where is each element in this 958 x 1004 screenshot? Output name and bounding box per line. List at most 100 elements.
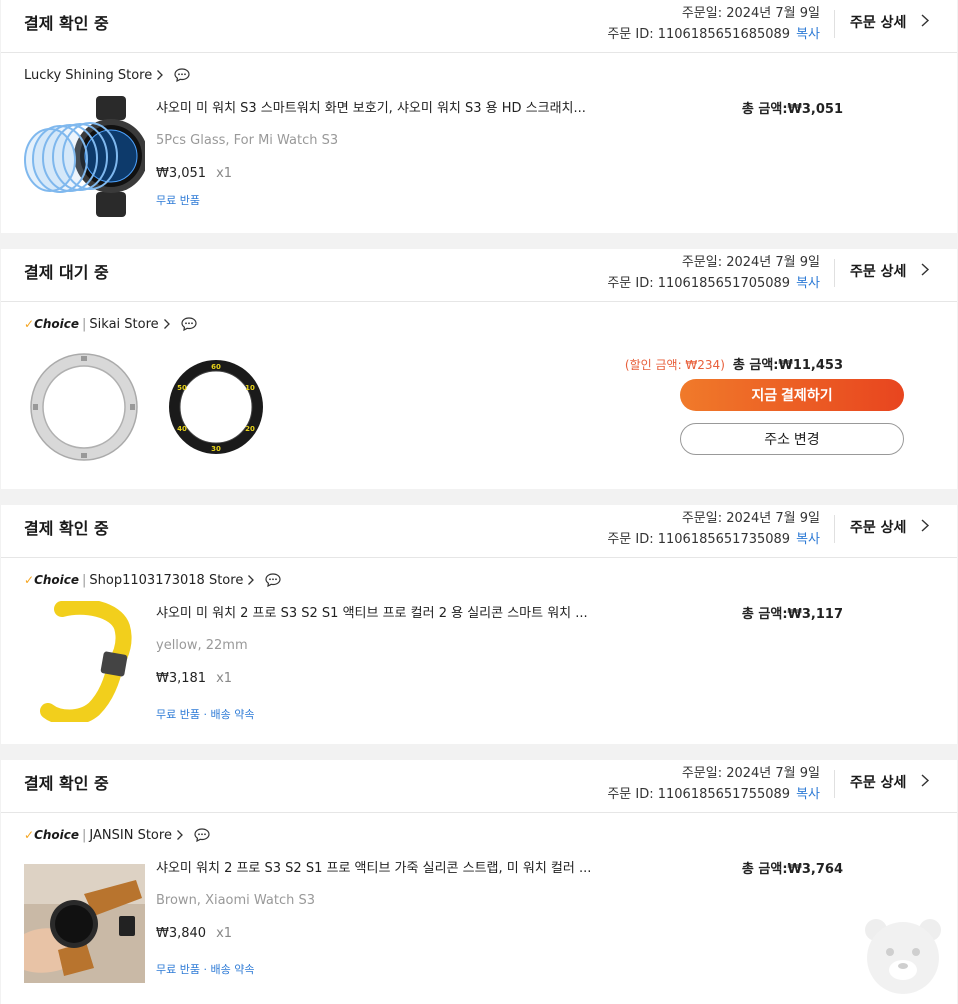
order-total: 총 금액:₩3,117 xyxy=(741,607,843,622)
product-title[interactable]: 샤오미 워치 2 프로 S3 S2 S1 프로 액티브 가죽 실리콘 스트랩, … xyxy=(156,857,591,876)
product-image-screen-protector[interactable] xyxy=(24,96,145,217)
chat-icon[interactable] xyxy=(181,317,197,331)
order-status: 결제 확인 중 xyxy=(24,774,109,793)
chevron-right-icon[interactable] xyxy=(920,518,930,533)
order-id: 주문 ID: 1106185651755089 xyxy=(607,787,791,802)
bezel-number: 20 xyxy=(245,425,255,433)
order-meta: 주문일: 2024년 7월 9일 주문 ID: 1106185651685089… xyxy=(607,3,820,45)
product-qty: x1 xyxy=(216,926,233,941)
chevron-right-icon xyxy=(157,70,164,80)
benefits: 무료 반품 xyxy=(156,194,200,207)
copy-button[interactable]: 복사 xyxy=(796,532,820,547)
product-image-leather-strap[interactable] xyxy=(24,864,145,983)
store-link[interactable]: Lucky Shining Store xyxy=(24,66,190,84)
order-detail-button[interactable]: 주문 상세 xyxy=(850,261,906,281)
orders-page: 결제 확인 중 주문일: 2024년 7월 9일 주문 ID: 11061856… xyxy=(0,0,958,1004)
order-total-row: (할인 금액: ₩234) 총 금액:₩11,453 xyxy=(625,354,843,373)
bezel-number: 10 xyxy=(245,384,255,392)
chevron-right-icon xyxy=(248,575,255,585)
order-id: 주문 ID: 1106185651735089 xyxy=(607,532,791,547)
product-qty: x1 xyxy=(216,166,233,181)
divider xyxy=(834,770,835,798)
chevron-right-icon[interactable] xyxy=(920,13,930,28)
divider xyxy=(834,515,835,543)
product-price-row: ₩3,181 x1 xyxy=(156,671,232,686)
bezel-number: 60 xyxy=(211,363,221,371)
order-status: 결제 확인 중 xyxy=(24,14,109,33)
chat-icon[interactable] xyxy=(194,828,210,842)
store-name[interactable]: Lucky Shining Store xyxy=(24,68,152,83)
order-total: 총 금액:₩3,051 xyxy=(741,102,843,117)
choice-label: Choice xyxy=(34,317,80,331)
product-price-row: ₩3,051 x1 xyxy=(156,166,232,181)
order-card: 결제 대기 중 주문일: 2024년 7월 9일 주문 ID: 11061856… xyxy=(1,249,957,489)
separator: | xyxy=(82,572,87,588)
store-name[interactable]: Shop1103173018 Store xyxy=(89,573,243,588)
product-variant: yellow, 22mm xyxy=(156,638,248,653)
order-id: 주문 ID: 1106185651705089 xyxy=(607,276,791,291)
order-header: 결제 확인 중 주문일: 2024년 7월 9일 주문 ID: 11061856… xyxy=(1,760,957,813)
store-link[interactable]: ✓ Choice | Shop1103173018 Store xyxy=(24,571,281,589)
choice-badge: ✓ Choice xyxy=(24,573,79,587)
order-detail-button[interactable]: 주문 상세 xyxy=(850,517,906,537)
choice-badge: ✓ Choice xyxy=(24,317,79,331)
order-detail-button[interactable]: 주문 상세 xyxy=(850,772,906,792)
change-address-button[interactable]: 주소 변경 xyxy=(680,423,904,455)
product-price: ₩3,051 xyxy=(156,166,207,181)
order-detail-button[interactable]: 주문 상세 xyxy=(850,12,906,32)
chevron-right-icon xyxy=(163,319,170,329)
chevron-right-icon[interactable] xyxy=(920,773,930,788)
order-date: 주문일: 2024년 7월 9일 xyxy=(681,6,820,21)
product-title[interactable]: 샤오미 미 워치 S3 스마트워치 화면 보호기, 샤오미 워치 S3 용 HD… xyxy=(156,97,586,116)
order-meta: 주문일: 2024년 7월 9일 주문 ID: 1106185651735089… xyxy=(607,508,820,550)
order-date: 주문일: 2024년 7월 9일 xyxy=(681,511,820,526)
copy-button[interactable]: 복사 xyxy=(796,787,820,802)
order-meta: 주문일: 2024년 7월 9일 주문 ID: 1106185651705089… xyxy=(607,252,820,294)
order-date: 주문일: 2024년 7월 9일 xyxy=(681,255,820,270)
product-image-black-bezel[interactable]: 60 10 20 30 40 50 xyxy=(156,347,277,468)
order-header: 결제 대기 중 주문일: 2024년 7월 9일 주문 ID: 11061856… xyxy=(1,249,957,302)
divider xyxy=(834,10,835,38)
choice-label: Choice xyxy=(34,828,80,842)
chevron-right-icon[interactable] xyxy=(920,262,930,277)
copy-button[interactable]: 복사 xyxy=(796,276,820,291)
bezel-number: 40 xyxy=(177,425,187,433)
store-link[interactable]: ✓ Choice | JANSIN Store xyxy=(24,826,210,844)
bezel-number: 50 xyxy=(177,384,187,392)
order-status: 결제 대기 중 xyxy=(24,263,109,282)
product-variant: 5Pcs Glass, For Mi Watch S3 xyxy=(156,133,339,148)
store-name[interactable]: Sikai Store xyxy=(89,317,158,332)
choice-badge: ✓ Choice xyxy=(24,828,79,842)
benefits: 무료 반품 · 배송 약속 xyxy=(156,963,255,976)
order-meta: 주문일: 2024년 7월 9일 주문 ID: 1106185651755089… xyxy=(607,763,820,805)
store-name[interactable]: JANSIN Store xyxy=(89,828,172,843)
separator: | xyxy=(82,316,87,332)
order-header: 결제 확인 중 주문일: 2024년 7월 9일 주문 ID: 11061856… xyxy=(1,505,957,558)
chat-icon[interactable] xyxy=(265,573,281,587)
product-price: ₩3,840 xyxy=(156,926,207,941)
order-id: 주문 ID: 1106185651685089 xyxy=(607,27,791,42)
divider xyxy=(834,259,835,287)
order-total: 총 금액:₩11,453 xyxy=(732,358,843,373)
pay-now-button[interactable]: 지금 결제하기 xyxy=(680,379,904,411)
order-total: 총 금액:₩3,764 xyxy=(741,862,843,877)
bear-mascot-icon[interactable] xyxy=(860,912,946,998)
chevron-right-icon xyxy=(176,830,183,840)
product-price: ₩3,181 xyxy=(156,671,207,686)
check-icon: ✓ xyxy=(24,317,35,331)
order-header: 결제 확인 중 주문일: 2024년 7월 9일 주문 ID: 11061856… xyxy=(1,0,957,53)
product-title[interactable]: 샤오미 미 워치 2 프로 S3 S2 S1 액티브 프로 컬러 2 용 실리콘… xyxy=(156,602,588,621)
order-card: 결제 확인 중 주문일: 2024년 7월 9일 주문 ID: 11061856… xyxy=(1,0,957,233)
bezel-number: 30 xyxy=(211,445,221,453)
order-status: 결제 확인 중 xyxy=(24,519,109,538)
check-icon: ✓ xyxy=(24,828,35,842)
chat-icon[interactable] xyxy=(174,68,190,82)
product-qty: x1 xyxy=(216,671,233,686)
product-image-yellow-strap[interactable] xyxy=(24,601,145,722)
product-variant: Brown, Xiaomi Watch S3 xyxy=(156,893,316,908)
store-link[interactable]: ✓ Choice | Sikai Store xyxy=(24,315,197,333)
benefits: 무료 반품 · 배송 약속 xyxy=(156,708,255,721)
product-image-silver-bezel[interactable] xyxy=(24,347,145,468)
copy-button[interactable]: 복사 xyxy=(796,27,820,42)
discount-amount: (할인 금액: ₩234) xyxy=(624,358,725,372)
